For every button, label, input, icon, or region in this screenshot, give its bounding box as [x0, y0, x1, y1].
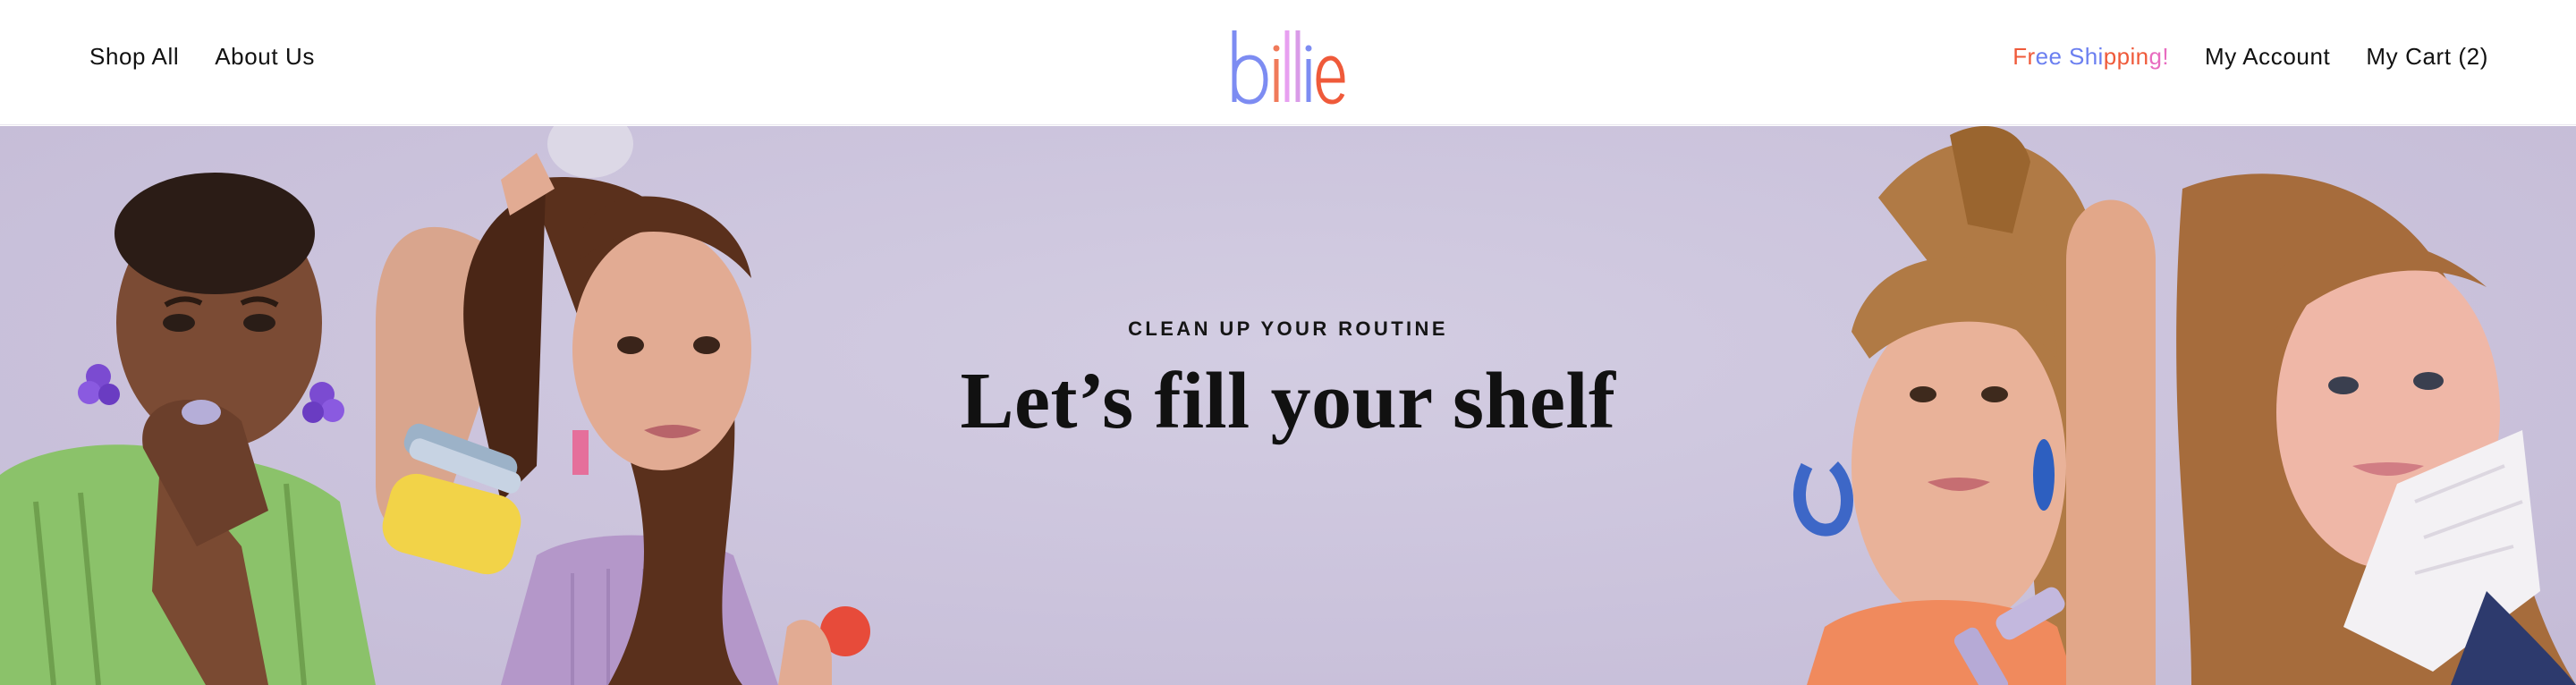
nav-about-us[interactable]: About Us — [215, 43, 315, 71]
free-shipping-part: g! — [2148, 43, 2169, 70]
hero-title: Let’s fill your shelf — [960, 357, 1616, 445]
billie-logo[interactable] — [1225, 18, 1351, 107]
free-shipping-part: ee Shi — [2035, 43, 2104, 70]
site-header: Shop All About Us Free Shipping! My Acco… — [0, 0, 2576, 125]
hero-eyebrow: CLEAN UP YOUR ROUTINE — [1128, 317, 1448, 340]
billie-logo-icon — [1232, 30, 1345, 105]
primary-nav: Shop All About Us — [89, 43, 315, 71]
account-nav: Free Shipping! My Account My Cart (2) — [2012, 43, 2488, 71]
nav-my-cart[interactable]: My Cart (2) — [2366, 43, 2488, 71]
free-shipping-promo[interactable]: Free Shipping! — [2012, 43, 2169, 71]
hero-banner: CLEAN UP YOUR ROUTINE Let’s fill your sh… — [0, 126, 2576, 685]
nav-my-account[interactable]: My Account — [2205, 43, 2330, 71]
free-shipping-part: ppin — [2103, 43, 2149, 70]
nav-shop-all[interactable]: Shop All — [89, 43, 179, 71]
free-shipping-part: Fr — [2012, 43, 2036, 70]
